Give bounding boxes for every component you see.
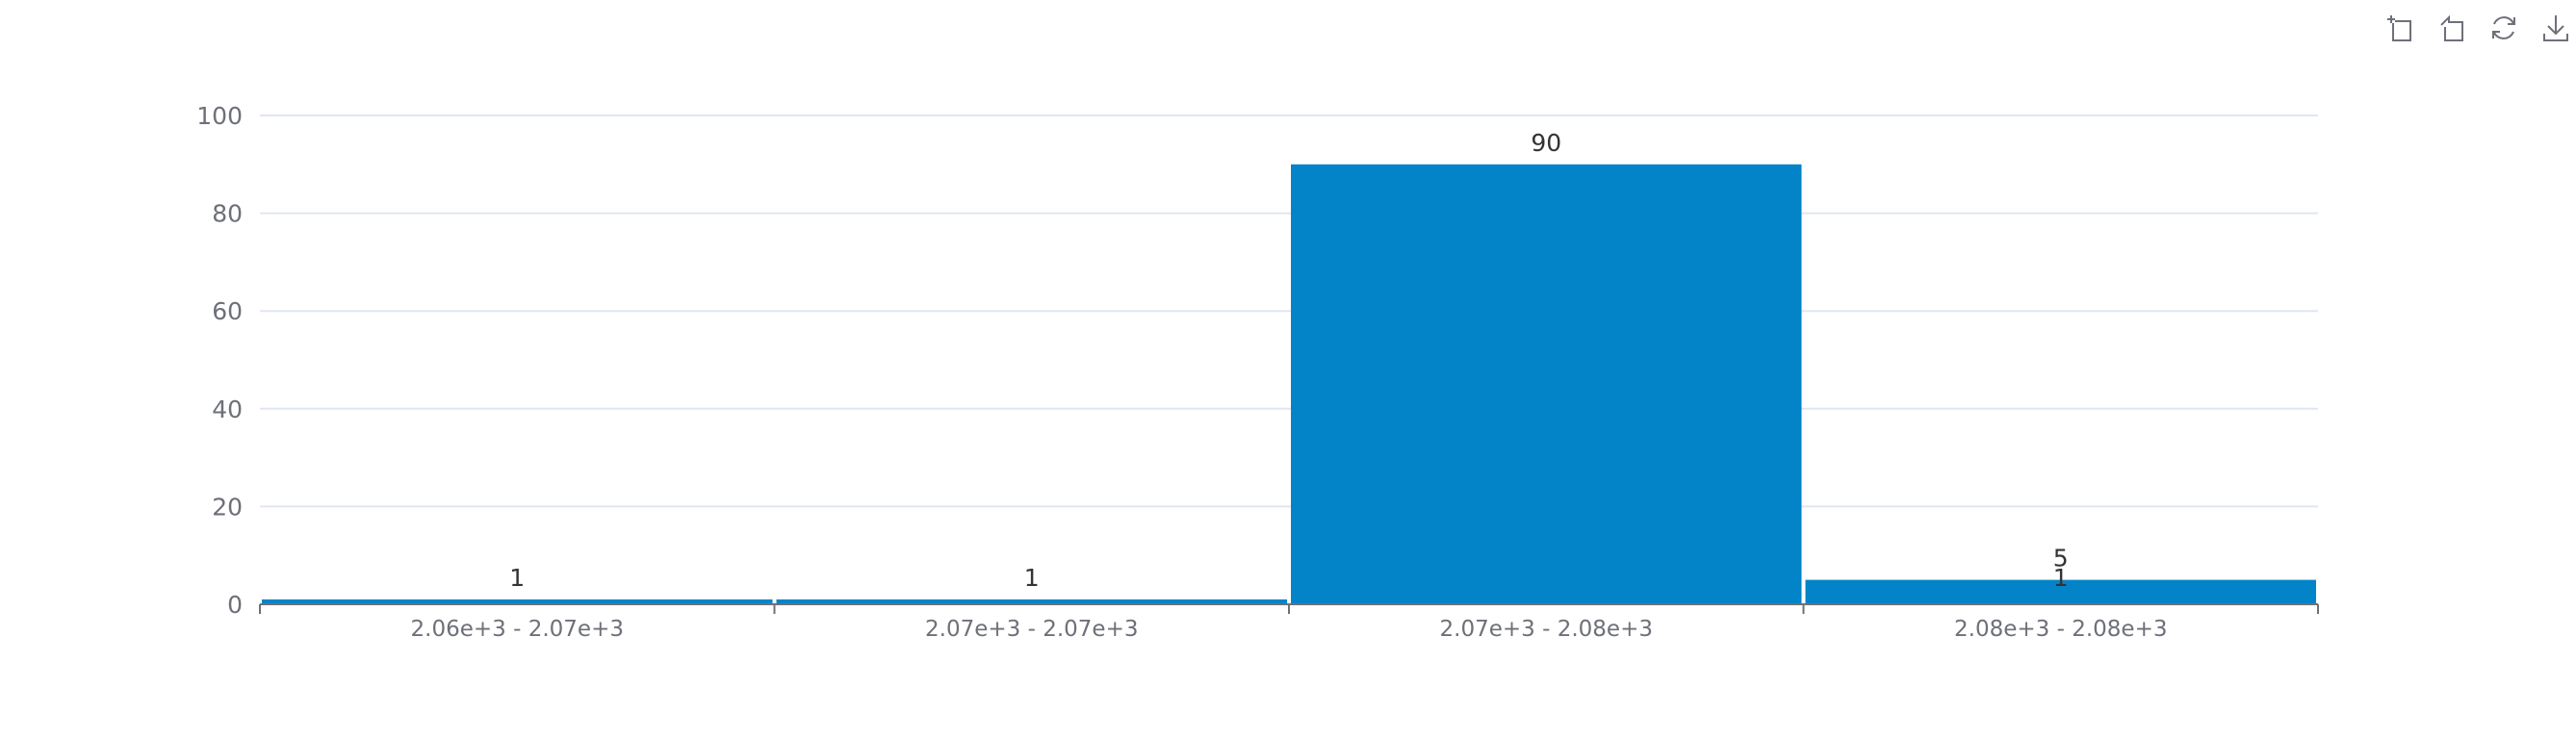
bar xyxy=(1291,164,1802,605)
x-tick-label: 2.07e+3 - 2.07e+3 xyxy=(925,617,1138,642)
data-label: 1 xyxy=(509,564,525,592)
x-tick-label: 2.08e+3 - 2.08e+3 xyxy=(1954,617,2167,642)
data-label: 1 xyxy=(2053,564,2069,592)
y-axis-labels: 0 20 40 60 80 100 xyxy=(196,102,243,619)
x-axis xyxy=(259,603,2319,614)
y-tick-label: 100 xyxy=(196,102,243,130)
x-axis-labels: 2.06e+3 - 2.07e+3 2.07e+3 - 2.07e+3 2.07e+… xyxy=(411,617,2168,642)
x-tick-label: 2.06e+3 - 2.07e+3 xyxy=(411,617,624,642)
grid-lines xyxy=(260,115,2318,508)
y-tick-label: 40 xyxy=(212,395,243,423)
data-labels: 1 19051 xyxy=(509,129,2068,592)
y-tick-label: 60 xyxy=(212,297,243,325)
y-tick-label: 0 xyxy=(227,591,243,619)
data-label: 1 xyxy=(1024,564,1040,592)
x-tick-label: 2.07e+3 - 2.08e+3 xyxy=(1440,617,1653,642)
histogram-chart: 0 20 40 60 80 100 2.06e+3 - 2.07e+3 2.07e+3 - … xyxy=(196,102,2319,642)
y-tick-label: 20 xyxy=(212,493,243,521)
data-label: 90 xyxy=(1531,129,1561,157)
bars xyxy=(262,164,2316,605)
y-tick-label: 80 xyxy=(212,200,243,228)
